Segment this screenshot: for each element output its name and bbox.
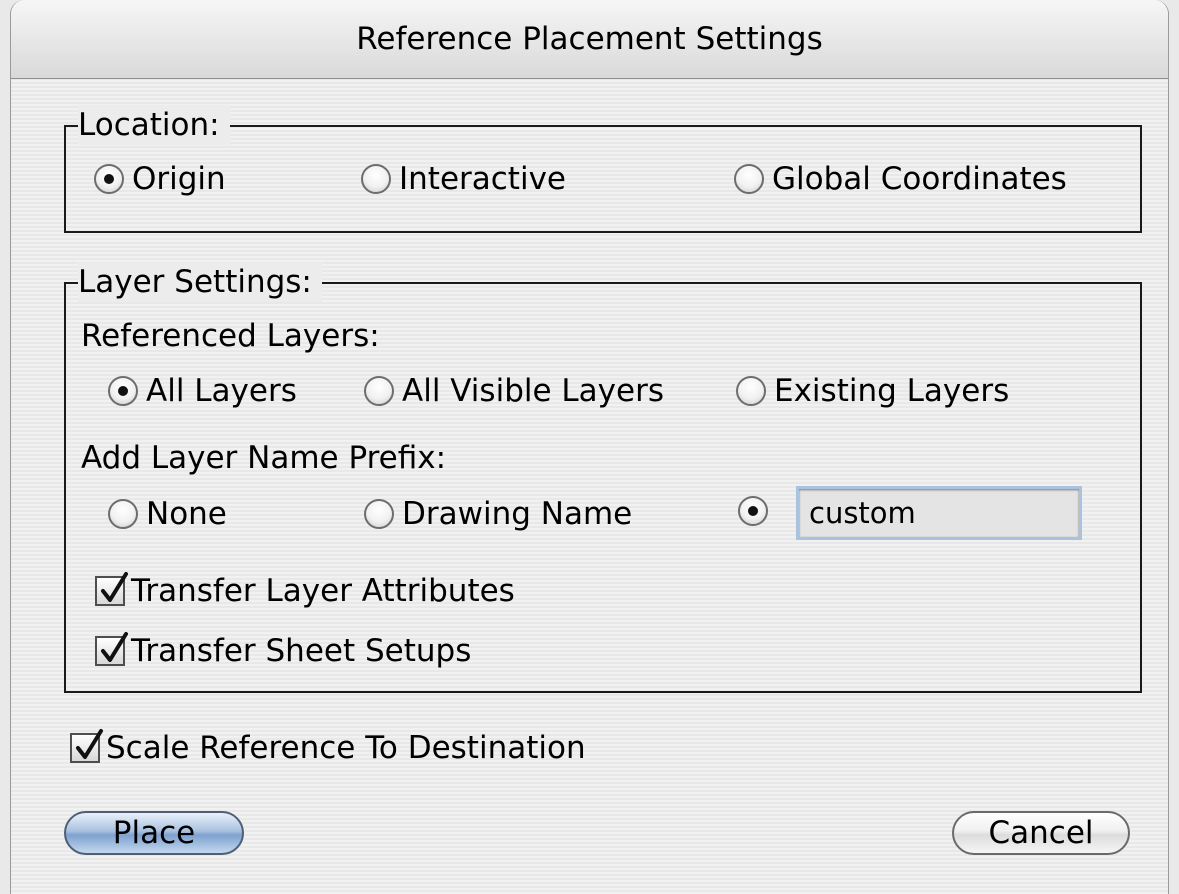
place-button[interactable]: Place — [64, 811, 244, 855]
all-layers-label: All Layers — [146, 373, 297, 409]
global-coordinates-radio-icon[interactable] — [734, 164, 764, 194]
none-radio-icon[interactable] — [108, 499, 138, 529]
interactive-radio-icon[interactable] — [361, 164, 391, 194]
custom-prefix-input[interactable]: custom — [796, 486, 1082, 540]
dialog-window: Reference Placement Settings Location: O… — [10, 0, 1169, 894]
location-origin-radio[interactable]: Origin — [94, 161, 226, 197]
transfer-layer-attributes-label: Transfer Layer Attributes — [131, 573, 515, 609]
origin-label: Origin — [132, 161, 226, 197]
none-label: None — [146, 496, 227, 532]
title-bar[interactable]: Reference Placement Settings — [11, 0, 1168, 79]
transfer-sheet-setups-checkbox[interactable]: Transfer Sheet Setups — [95, 632, 472, 669]
origin-radio-icon[interactable] — [94, 164, 124, 194]
scale-to-destination-check-icon[interactable] — [70, 729, 103, 763]
custom-radio-icon[interactable] — [738, 496, 768, 526]
all-visible-layers-label: All Visible Layers — [402, 373, 664, 409]
location-interactive-radio[interactable]: Interactive — [361, 161, 566, 197]
prefix-drawing-name-radio[interactable]: Drawing Name — [364, 496, 632, 532]
existing-layers-radio[interactable]: Existing Layers — [736, 373, 1009, 409]
prefix-none-radio[interactable]: None — [108, 496, 227, 532]
existing-layers-radio-icon[interactable] — [736, 376, 766, 406]
transfer-layer-attributes-check-icon[interactable] — [95, 572, 128, 606]
all-visible-layers-radio-icon[interactable] — [364, 376, 394, 406]
global-coordinates-label: Global Coordinates — [772, 161, 1067, 197]
dialog-title: Reference Placement Settings — [356, 21, 823, 57]
layer-prefix-label: Add Layer Name Prefix: — [81, 440, 447, 476]
all-visible-layers-radio[interactable]: All Visible Layers — [364, 373, 664, 409]
existing-layers-label: Existing Layers — [774, 373, 1010, 409]
transfer-sheet-setups-check-icon[interactable] — [95, 632, 128, 666]
interactive-label: Interactive — [399, 161, 566, 197]
drawing-name-radio-icon[interactable] — [364, 499, 394, 529]
scale-to-destination-checkbox[interactable]: Scale Reference To Destination — [70, 729, 586, 766]
all-layers-radio[interactable]: All Layers — [108, 373, 297, 409]
transfer-sheet-setups-label: Transfer Sheet Setups — [131, 633, 472, 669]
scale-to-destination-label: Scale Reference To Destination — [106, 730, 586, 766]
prefix-custom-radio[interactable] — [738, 496, 776, 526]
transfer-layer-attributes-checkbox[interactable]: Transfer Layer Attributes — [95, 572, 515, 609]
drawing-name-label: Drawing Name — [402, 496, 633, 532]
layer-settings-legend: Layer Settings: — [78, 262, 322, 302]
all-layers-radio-icon[interactable] — [108, 376, 138, 406]
cancel-button[interactable]: Cancel — [952, 811, 1130, 855]
referenced-layers-label: Referenced Layers: — [81, 318, 380, 354]
location-global-radio[interactable]: Global Coordinates — [734, 161, 1067, 197]
location-legend: Location: — [78, 105, 230, 145]
